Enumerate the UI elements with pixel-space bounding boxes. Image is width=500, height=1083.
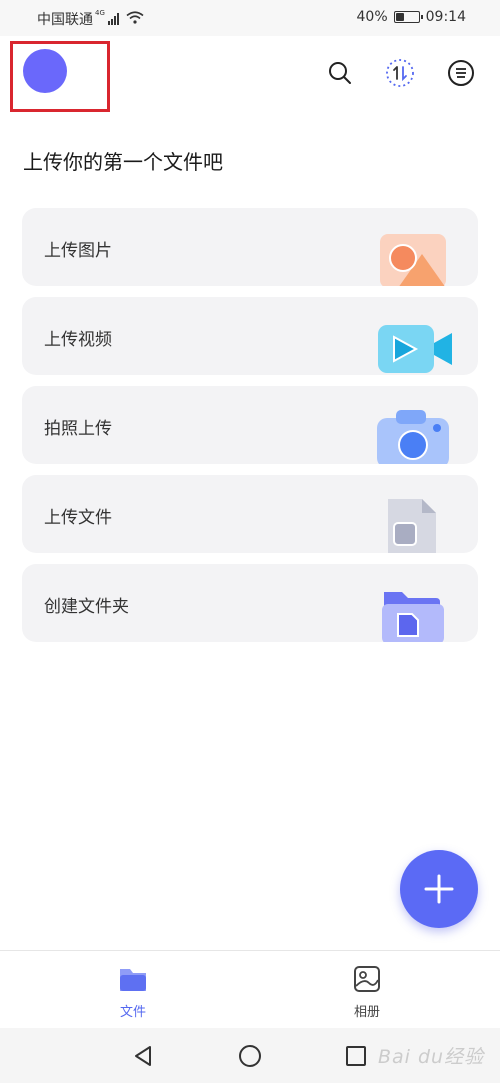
avatar[interactable] <box>23 49 67 93</box>
menu-icon[interactable] <box>446 58 476 88</box>
album-icon <box>354 966 380 992</box>
wifi-icon <box>126 10 144 28</box>
status-bar: 中国联通 4G 40% 09:14 <box>0 0 500 36</box>
search-icon[interactable] <box>325 58 355 88</box>
watermark: Bai du经验 <box>378 1046 485 1068</box>
signal-icon <box>107 13 119 25</box>
back-icon[interactable] <box>130 1043 156 1069</box>
card-label: 上传文件 <box>44 508 112 528</box>
camera-icon <box>376 406 449 464</box>
battery-percent: 40% <box>356 9 388 25</box>
nav-item-files[interactable]: 文件 <box>93 965 173 1020</box>
app-header <box>0 36 500 116</box>
upload-video-card[interactable]: 上传视频 <box>22 297 478 375</box>
nav-label: 相册 <box>353 1005 380 1020</box>
battery-icon <box>393 11 423 23</box>
clock: 09:14 <box>425 9 466 25</box>
card-label: 拍照上传 <box>44 419 112 439</box>
system-nav-bar: Bai du经验 <box>0 1028 500 1083</box>
take-photo-card[interactable]: 拍照上传 <box>22 386 478 464</box>
recent-apps-icon[interactable] <box>343 1043 369 1069</box>
upload-image-card[interactable]: 上传图片 <box>22 208 478 286</box>
nav-label: 文件 <box>119 1005 146 1020</box>
card-label: 上传视频 <box>44 330 112 350</box>
plus-icon <box>424 874 454 904</box>
transfer-icon[interactable] <box>385 58 415 88</box>
network-type: 4G <box>95 9 105 17</box>
add-fab-button[interactable] <box>400 850 478 928</box>
image-icon <box>376 228 448 286</box>
video-icon <box>376 317 452 375</box>
card-label: 上传图片 <box>44 241 112 261</box>
folder-icon <box>376 584 448 642</box>
document-icon <box>376 495 448 553</box>
nav-item-album[interactable]: 相册 <box>327 965 407 1020</box>
carrier-label: 中国联通 <box>37 12 93 28</box>
card-label: 创建文件夹 <box>44 597 129 617</box>
home-icon[interactable] <box>237 1043 263 1069</box>
folder-icon <box>120 969 146 991</box>
upload-file-card[interactable]: 上传文件 <box>22 475 478 553</box>
bottom-nav: 文件 相册 <box>0 950 500 1028</box>
section-title: 上传你的第一个文件吧 <box>23 150 223 174</box>
create-folder-card[interactable]: 创建文件夹 <box>22 564 478 642</box>
